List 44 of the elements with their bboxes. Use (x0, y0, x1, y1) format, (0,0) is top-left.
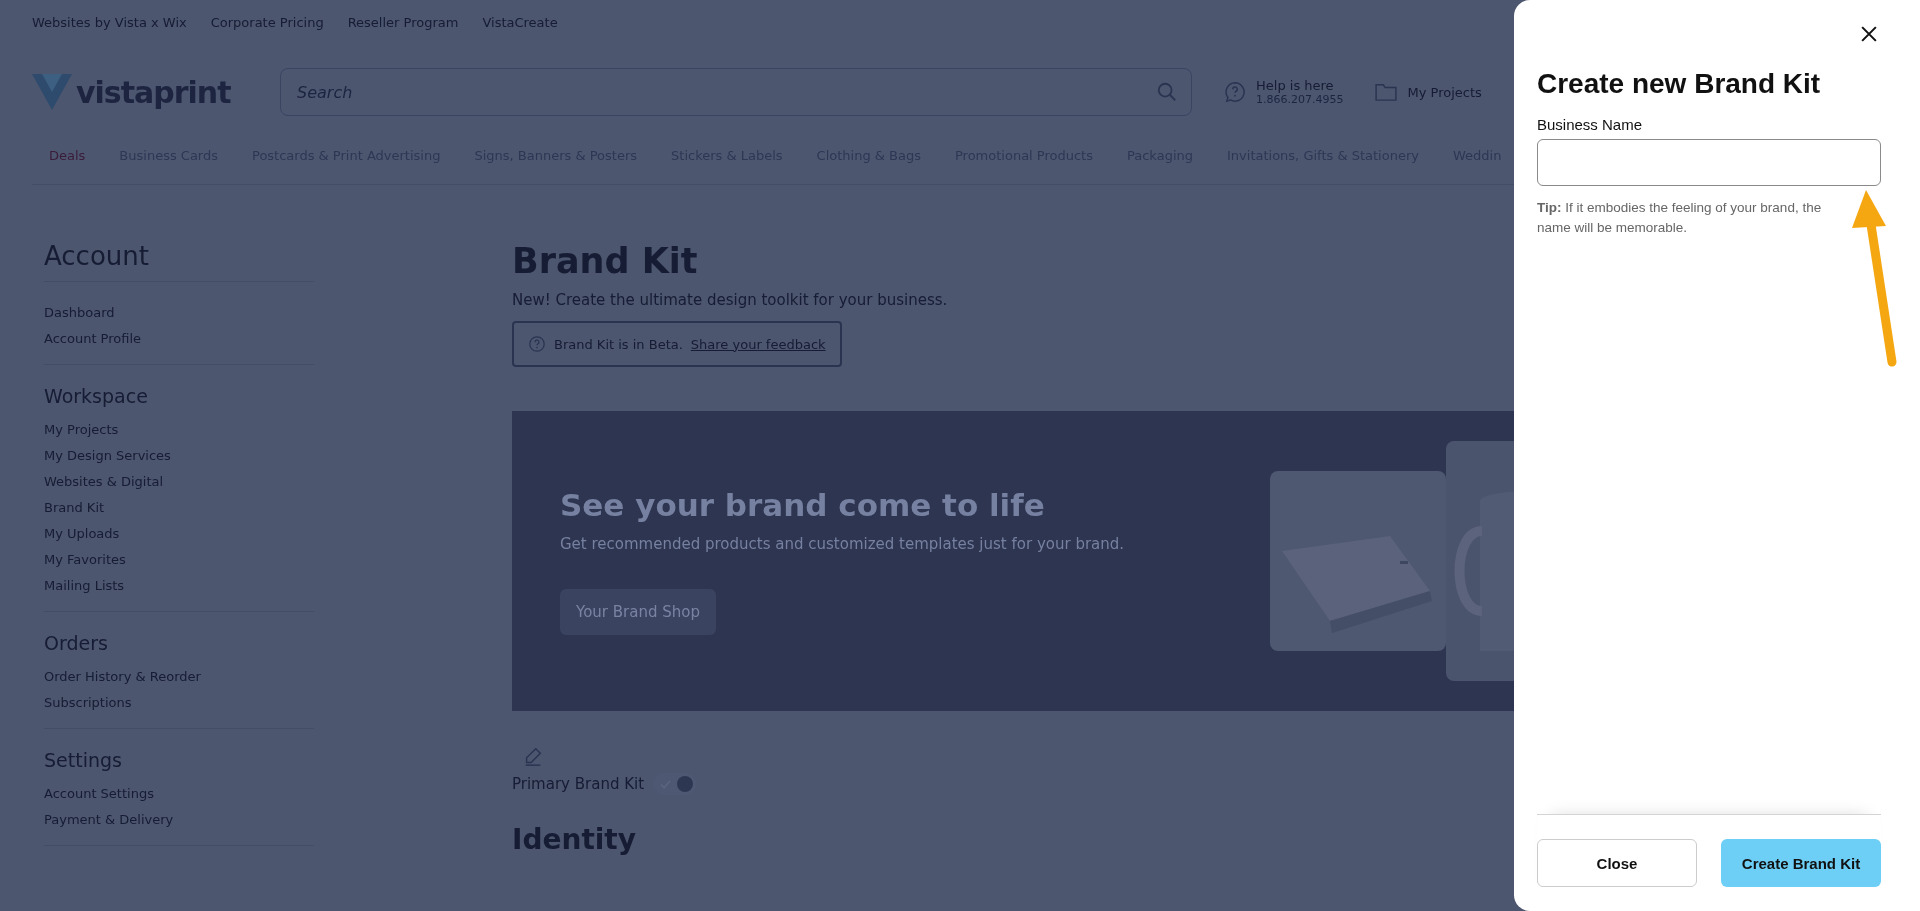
toggle-switch[interactable] (654, 773, 697, 795)
my-projects-link[interactable]: My Projects (1375, 83, 1482, 101)
banner-title: See your brand come to life (560, 487, 1046, 523)
page-subtitle: New! Create the ultimate design toolkit for your business. (512, 291, 949, 309)
sidebar-link[interactable]: Account Settings (44, 781, 314, 807)
sidebar-link[interactable]: Account Profile (44, 326, 314, 352)
sidebar-link[interactable]: Brand Kit (44, 495, 314, 521)
sidebar-link[interactable]: Dashboard (44, 300, 314, 326)
sidebar-heading: Account (44, 241, 150, 271)
sidebar-link[interactable]: Payment & Delivery (44, 807, 314, 833)
beta-text: Brand Kit is in Beta. (554, 336, 683, 352)
sidebar-link[interactable]: My Favorites (44, 547, 314, 573)
section-heading: Identity (512, 823, 637, 856)
sidebar-link[interactable]: My Design Services (44, 443, 314, 469)
sidebar-link[interactable]: Websites & Digital (44, 469, 314, 495)
question-icon (528, 335, 546, 353)
sidebar-link[interactable]: My Uploads (44, 521, 314, 547)
sidebar-link[interactable]: Mailing Lists (44, 573, 314, 599)
banner-text: Get recommended products and customized templates just for your brand. (560, 535, 1126, 553)
search-icon[interactable] (1156, 81, 1178, 103)
close-button[interactable]: Close (1537, 839, 1697, 887)
feedback-link[interactable]: Share your feedback (690, 336, 826, 352)
sidebar-heading: Workspace (44, 385, 149, 407)
sidebar-link[interactable]: My Projects (44, 417, 314, 443)
top-link[interactable]: Corporate Pricing (210, 14, 324, 30)
sidebar-link[interactable]: Subscriptions (44, 690, 314, 716)
drawer-title: Create new Brand Kit (1537, 68, 1822, 100)
help-chat-icon[interactable] (1224, 81, 1246, 103)
page-title: Brand Kit (512, 241, 699, 281)
field-label: Business Name (1537, 116, 1644, 133)
folder-icon[interactable] (1375, 83, 1398, 101)
tip-text: Tip: If it embodies the feeling of your brand, the name will be memorable. (1537, 199, 1823, 237)
help-title[interactable]: Help is here (1256, 78, 1344, 93)
top-link[interactable]: Reseller Program (347, 14, 459, 30)
brand-shop-button[interactable]: Your Brand Shop (560, 589, 716, 635)
primary-kit-label: Primary Brand Kit (512, 775, 645, 793)
sidebar-link[interactable]: Order History & Reorder (44, 664, 314, 690)
top-link[interactable]: Websites by Vista x Wix (32, 14, 187, 30)
nav-link[interactable]: Deals (49, 148, 86, 184)
create-button[interactable]: Create Brand Kit (1721, 839, 1881, 887)
sidebar-heading: Settings (44, 749, 123, 771)
input-field[interactable] (1537, 139, 1881, 186)
sidebar-heading: Orders (44, 632, 109, 654)
top-link[interactable]: VistaCreate (482, 14, 558, 30)
